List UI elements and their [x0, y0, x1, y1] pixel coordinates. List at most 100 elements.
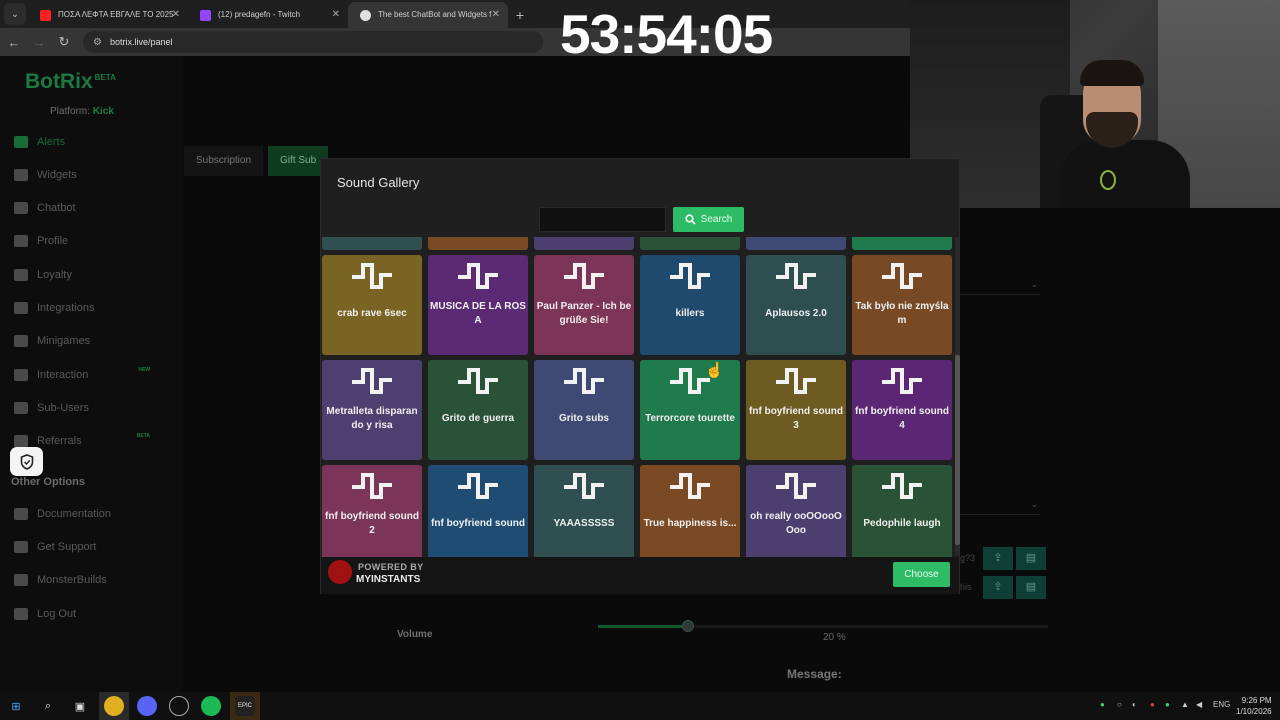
- hand-cursor-icon: ☝: [705, 362, 724, 379]
- upload-button[interactable]: ⇪: [983, 547, 1013, 570]
- sidebar-item-loyalty[interactable]: Loyalty: [14, 266, 174, 284]
- taskbar: ⊞ ⌕ ▣ EPIC ● ○ ◐ ● ● ▲ ◀ ENG 9:26 PM 1/1…: [0, 692, 1280, 720]
- sound-wave-icon: [564, 473, 604, 499]
- close-tab-icon[interactable]: ✕: [332, 2, 340, 28]
- language-indicator[interactable]: ENG: [1213, 700, 1230, 709]
- sound-tile[interactable]: fnf boyfriend sound: [428, 465, 528, 557]
- volume-slider[interactable]: [598, 620, 1048, 632]
- tray-spotify-icon[interactable]: ●: [1165, 700, 1170, 709]
- browser-toolbar: ← → ↻ ⚙ botrix.live/panel: [0, 28, 910, 56]
- sidebar-item-chatbot[interactable]: Chatbot: [14, 199, 174, 217]
- myinstants-logo: [328, 560, 352, 584]
- tray-network-icon[interactable]: ▲: [1181, 700, 1189, 709]
- clock-time: 9:26 PM: [1241, 696, 1272, 705]
- sidebar-item-alerts[interactable]: Alerts: [14, 133, 174, 151]
- sidebar-item-minigames[interactable]: Minigames: [14, 332, 174, 350]
- sound-tile[interactable]: Metralleta disparando y risa: [322, 360, 422, 460]
- sound-grid-scrollbar[interactable]: [955, 237, 960, 555]
- sidebar-item-monsterbuilds[interactable]: MonsterBuilds: [14, 571, 174, 589]
- sidebar-item-get-support[interactable]: Get Support: [14, 538, 174, 556]
- plug-icon: [14, 302, 28, 314]
- beta-badge: BETA: [94, 73, 116, 82]
- address-bar[interactable]: ⚙ botrix.live/panel: [83, 31, 543, 53]
- site-info-icon[interactable]: ⚙: [93, 37, 102, 48]
- sound-tile[interactable]: YAAASSSSS: [534, 465, 634, 557]
- discord-icon[interactable]: [137, 696, 157, 716]
- message-label: Message:: [787, 667, 842, 681]
- sound-tile[interactable]: Aplausos 2.0: [746, 255, 846, 355]
- scrollbar-thumb[interactable]: [955, 355, 960, 545]
- shield-button[interactable]: [10, 447, 43, 476]
- truncated-text: his: [960, 582, 972, 592]
- close-tab-icon[interactable]: ✕: [492, 2, 500, 28]
- gallery-button[interactable]: ▤: [1016, 576, 1046, 599]
- browser-tab-botrix[interactable]: The best ChatBot and Widgets f ✕: [348, 2, 508, 28]
- sound-wave-icon: [882, 473, 922, 499]
- sound-tile[interactable]: oh really ooOOooOOoo: [746, 465, 846, 557]
- tray-speaker-icon[interactable]: ◀: [1196, 700, 1202, 709]
- sound-tile[interactable]: Paul Panzer - Ich begrüße Sie!: [534, 255, 634, 355]
- sound-tile[interactable]: Pedophile laugh: [852, 465, 952, 557]
- sidebar-item-log-out[interactable]: Log Out: [14, 605, 174, 623]
- task-view-icon[interactable]: ▣: [70, 696, 90, 716]
- tray-app-icon[interactable]: ●: [1150, 700, 1155, 709]
- sound-tile[interactable]: Terrorcore tourette: [640, 360, 740, 460]
- browser-tab-youtube[interactable]: ΠΟΣΑ ΛΕΦΤΑ ΕΒΓΑΛΕ ΤΟ 2025 ✕: [28, 2, 188, 28]
- steam-icon[interactable]: [169, 696, 189, 716]
- id-card-icon: [14, 235, 28, 247]
- new-tab-button[interactable]: +: [508, 2, 532, 28]
- forward-arrow-icon[interactable]: →: [28, 35, 50, 50]
- sound-search-input[interactable]: [539, 207, 666, 232]
- sound-tile-partial[interactable]: [428, 237, 528, 250]
- sound-tile[interactable]: Tak było nie zmyślam: [852, 255, 952, 355]
- sound-tile[interactable]: MUSICA DE LA ROSA: [428, 255, 528, 355]
- webcam-person: [1080, 60, 1144, 86]
- volume-slider-handle[interactable]: [682, 620, 694, 632]
- system-clock[interactable]: 9:26 PM 1/10/2026: [1236, 695, 1272, 717]
- sound-tile-partial[interactable]: [322, 237, 422, 250]
- sound-tile[interactable]: Grito de guerra: [428, 360, 528, 460]
- sidebar-item-profile[interactable]: Profile: [14, 232, 174, 250]
- sound-tile-partial[interactable]: [640, 237, 740, 250]
- volume-slider-fill: [598, 625, 688, 628]
- tab-subscription[interactable]: Subscription: [184, 146, 264, 176]
- spotify-icon[interactable]: [201, 696, 221, 716]
- sound-tile-partial[interactable]: [852, 237, 952, 250]
- tray-app-icon[interactable]: ○: [1117, 700, 1122, 709]
- chrome-icon[interactable]: [104, 696, 124, 716]
- search-button[interactable]: Search: [673, 207, 744, 232]
- search-icon[interactable]: ⌕: [38, 696, 58, 716]
- sound-tile-partial[interactable]: [746, 237, 846, 250]
- sidebar-item-integrations[interactable]: Integrations: [14, 299, 174, 317]
- gallery-button[interactable]: ▤: [1016, 547, 1046, 570]
- sidebar-item-widgets[interactable]: Widgets: [14, 166, 174, 184]
- choose-button[interactable]: Choose: [893, 562, 950, 587]
- tray-volume-icon[interactable]: ◐: [1132, 700, 1137, 709]
- back-arrow-icon[interactable]: ←: [3, 35, 25, 50]
- sidebar-item-label: Alerts: [37, 136, 66, 148]
- botrix-logo[interactable]: BotRix BETA: [25, 70, 116, 94]
- sidebar-item-documentation[interactable]: Documentation: [14, 505, 174, 523]
- trophy-icon: [14, 269, 28, 281]
- reload-icon[interactable]: ↻: [53, 34, 75, 50]
- close-tab-icon[interactable]: ✕: [172, 2, 180, 28]
- sidebar-item-interaction[interactable]: Interaction NEW: [14, 366, 174, 384]
- sound-tile[interactable]: fnf boyfriend sound 4: [852, 360, 952, 460]
- sound-wave-icon: [882, 263, 922, 289]
- sound-tile-partial[interactable]: [534, 237, 634, 250]
- sound-tile[interactable]: killers: [640, 255, 740, 355]
- browser-tab-twitch[interactable]: (12) predagefn - Twitch ✕: [188, 2, 348, 28]
- tab-search-menu-icon[interactable]: ⌄: [4, 3, 26, 25]
- volume-label: Volume: [397, 629, 433, 640]
- sound-tile[interactable]: fnf boyfriend sound 2: [322, 465, 422, 557]
- sound-tile[interactable]: True happiness is...: [640, 465, 740, 557]
- epic-games-icon[interactable]: EPIC: [235, 696, 255, 716]
- sidebar-item-sub-users[interactable]: Sub-Users: [14, 399, 174, 417]
- sound-tile[interactable]: Grito subs: [534, 360, 634, 460]
- sound-tile[interactable]: fnf boyfriend sound 3: [746, 360, 846, 460]
- platform-label: Platform:: [50, 106, 91, 117]
- tray-xbox-icon[interactable]: ●: [1100, 700, 1105, 709]
- upload-button[interactable]: ⇪: [983, 576, 1013, 599]
- windows-start-icon[interactable]: ⊞: [6, 696, 26, 716]
- sound-tile[interactable]: crab rave 6sec: [322, 255, 422, 355]
